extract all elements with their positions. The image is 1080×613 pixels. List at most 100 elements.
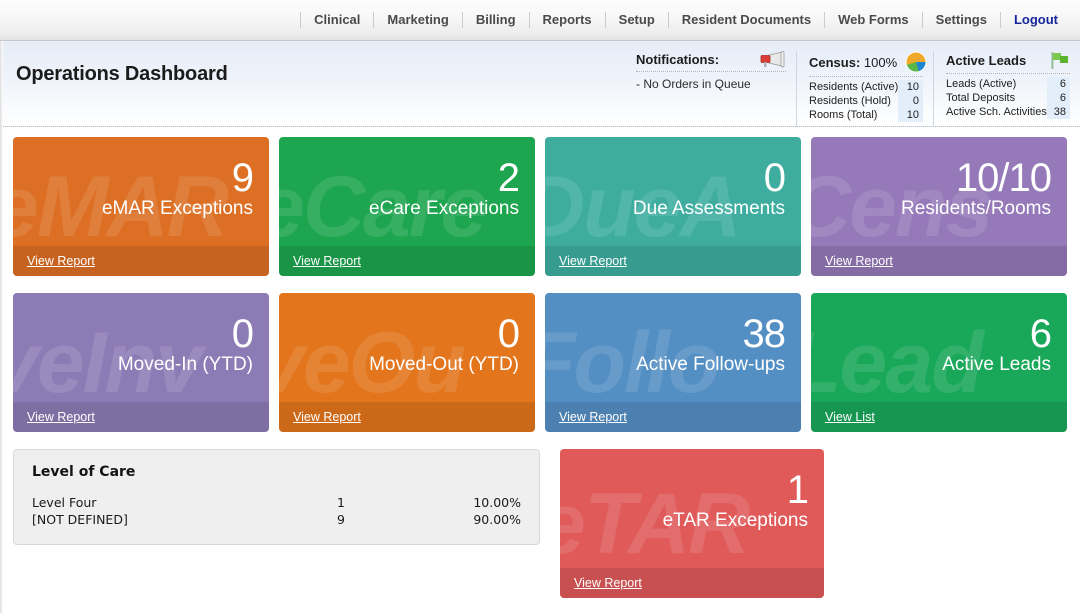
tile-etar-exceptions[interactable]: eTAR 1 eTAR Exceptions View Report — [560, 449, 824, 598]
view-list-link[interactable]: View List — [825, 410, 875, 424]
tile-content: 0 Moved-In (YTD) — [13, 312, 269, 377]
table-row: Total Deposits 6 — [946, 91, 1070, 105]
view-report-link[interactable]: View Report — [293, 410, 361, 424]
tile-value: 0 — [763, 156, 786, 200]
etar-tile-holder: eTAR 1 eTAR Exceptions View Report — [560, 449, 824, 598]
tile-due-assessments[interactable]: DueA 0 Due Assessments View Report — [545, 137, 801, 276]
nav-item-setup[interactable]: Setup — [606, 12, 669, 28]
tile-residents-rooms[interactable]: Cens 10/10 Residents/Rooms View Report — [811, 137, 1067, 276]
nav-item-logout[interactable]: Logout — [1001, 12, 1062, 28]
tile-label: Residents/Rooms — [901, 198, 1051, 219]
loc-row-percent: 90.00% — [473, 512, 521, 527]
tile-emar-exceptions[interactable]: eMAR 9 eMAR Exceptions View Report — [13, 137, 269, 276]
nav-list: Clinical Marketing Billing Reports Setup… — [300, 8, 1062, 33]
table-row: [NOT DEFINED] 9 90.00% — [32, 511, 521, 528]
tile-footer: View Report — [279, 402, 535, 432]
nav-item-resident-documents[interactable]: Resident Documents — [669, 12, 826, 28]
level-of-care-panel: Level of Care Level Four 1 10.00% [NOT D… — [13, 449, 540, 545]
view-report-link[interactable]: View Report — [293, 254, 361, 268]
notification-line: - No Orders in Queue — [636, 77, 751, 91]
tile-value: 38 — [742, 312, 787, 356]
table-row: Leads (Active) 6 — [946, 77, 1070, 91]
census-title: Census: 100% — [809, 55, 897, 70]
level-of-care-title: Level of Care — [32, 464, 136, 480]
nav-item-clinical[interactable]: Clinical — [300, 12, 375, 28]
nav-item-reports[interactable]: Reports — [530, 12, 606, 28]
dashboard-header: Operations Dashboard Notifications: - No… — [0, 41, 1080, 127]
tile-moved-out-ytd[interactable]: veOu 0 Moved-Out (YTD) View Report — [279, 293, 535, 432]
table-row: Level Four 1 10.00% — [32, 494, 521, 511]
census-row-label: Rooms (Total) — [809, 109, 878, 121]
table-row: Rooms (Total) 10 — [809, 108, 923, 122]
tile-footer: View Report — [545, 402, 801, 432]
census-row-label: Residents (Active) — [809, 81, 899, 93]
tile-label: Due Assessments — [632, 198, 785, 219]
tile-content: 6 Active Leads — [811, 312, 1067, 377]
census-label: Census: — [809, 54, 861, 70]
census-row-value: 0 — [898, 94, 923, 108]
census-row-label: Residents (Hold) — [809, 95, 891, 107]
tile-ecare-exceptions[interactable]: eCare 2 eCare Exceptions View Report — [279, 137, 535, 276]
tile-footer: View Report — [13, 246, 269, 276]
active-leads-stats-table: Leads (Active) 6 Total Deposits 6 Active… — [946, 77, 1070, 119]
loc-row-name: Level Four — [32, 495, 97, 510]
tile-active-leads[interactable]: Lead 6 Active Leads View List — [811, 293, 1067, 432]
tile-value: 0 — [497, 312, 520, 356]
megaphone-icon — [760, 51, 786, 68]
active-leads-title: Active Leads — [946, 53, 1027, 68]
tile-content: 2 eCare Exceptions — [279, 156, 535, 221]
tile-content: 0 Moved-Out (YTD) — [279, 312, 535, 377]
tile-content: 10/10 Residents/Rooms — [811, 158, 1067, 221]
tile-label: eTAR Exceptions — [662, 510, 808, 531]
view-report-link[interactable]: View Report — [825, 254, 893, 268]
loc-row-count: 1 — [337, 495, 345, 510]
view-report-link[interactable]: View Report — [27, 410, 95, 424]
tile-value: 6 — [1029, 312, 1052, 356]
leads-row-label: Total Deposits — [946, 92, 1016, 104]
loc-row-count: 9 — [337, 512, 345, 527]
tile-moved-in-ytd[interactable]: veInv 0 Moved-In (YTD) View Report — [13, 293, 269, 432]
tile-label: Moved-In (YTD) — [117, 354, 253, 375]
tile-value: 2 — [497, 156, 520, 200]
active-leads-panel: Active Leads Leads (Active) 6 Total Depo… — [933, 51, 1080, 127]
nav-item-settings[interactable]: Settings — [923, 12, 1001, 28]
view-report-link[interactable]: View Report — [574, 576, 642, 590]
tile-value: 0 — [231, 312, 254, 356]
tile-footer: View Report — [545, 246, 801, 276]
leads-row-value: 6 — [1046, 91, 1070, 105]
tile-content: 9 eMAR Exceptions — [13, 156, 269, 221]
census-row-value: 10 — [898, 108, 923, 122]
level-of-care-table: Level Four 1 10.00% [NOT DEFINED] 9 90.0… — [32, 494, 521, 528]
tile-row-1: eMAR 9 eMAR Exceptions View Report eCare… — [13, 137, 1067, 276]
tile-active-follow-ups[interactable]: Follo 38 Active Follow-ups View Report — [545, 293, 801, 432]
tile-label: eCare Exceptions — [369, 198, 519, 219]
leads-row-value: 6 — [1046, 77, 1070, 91]
tile-label: Moved-Out (YTD) — [369, 354, 519, 375]
tile-content: 1 eTAR Exceptions — [560, 470, 824, 533]
view-report-link[interactable]: View Report — [559, 254, 627, 268]
tile-label: eMAR Exceptions — [101, 198, 253, 219]
tile-content: 38 Active Follow-ups — [545, 312, 801, 377]
tile-label: Active Leads — [942, 354, 1051, 375]
tile-footer: View Report — [279, 246, 535, 276]
table-row: Active Sch. Activities 38 — [946, 105, 1070, 119]
nav-item-billing[interactable]: Billing — [463, 12, 530, 28]
census-row-value: 10 — [898, 80, 923, 94]
tile-content: 0 Due Assessments — [545, 156, 801, 221]
tile-footer: View Report — [560, 568, 824, 598]
tile-footer: View Report — [811, 246, 1067, 276]
table-row: Residents (Hold) 0 — [809, 94, 923, 108]
nav-item-marketing[interactable]: Marketing — [374, 12, 463, 28]
census-panel: Census: 100% Residents (Active) 10 Resid… — [796, 51, 933, 127]
loc-row-name: [NOT DEFINED] — [32, 512, 128, 527]
view-report-link[interactable]: View Report — [559, 410, 627, 424]
nav-item-web-forms[interactable]: Web Forms — [825, 12, 923, 28]
page-title: Operations Dashboard — [16, 63, 228, 85]
tile-row-2: veInv 0 Moved-In (YTD) View Report veOu … — [13, 293, 1067, 432]
dashboard-tiles: eMAR 9 eMAR Exceptions View Report eCare… — [0, 127, 1080, 432]
tile-value: 9 — [231, 156, 254, 200]
flag-icon — [1050, 51, 1070, 70]
leads-row-label: Active Sch. Activities — [946, 106, 1047, 118]
leads-row-label: Leads (Active) — [946, 78, 1017, 90]
view-report-link[interactable]: View Report — [27, 254, 95, 268]
